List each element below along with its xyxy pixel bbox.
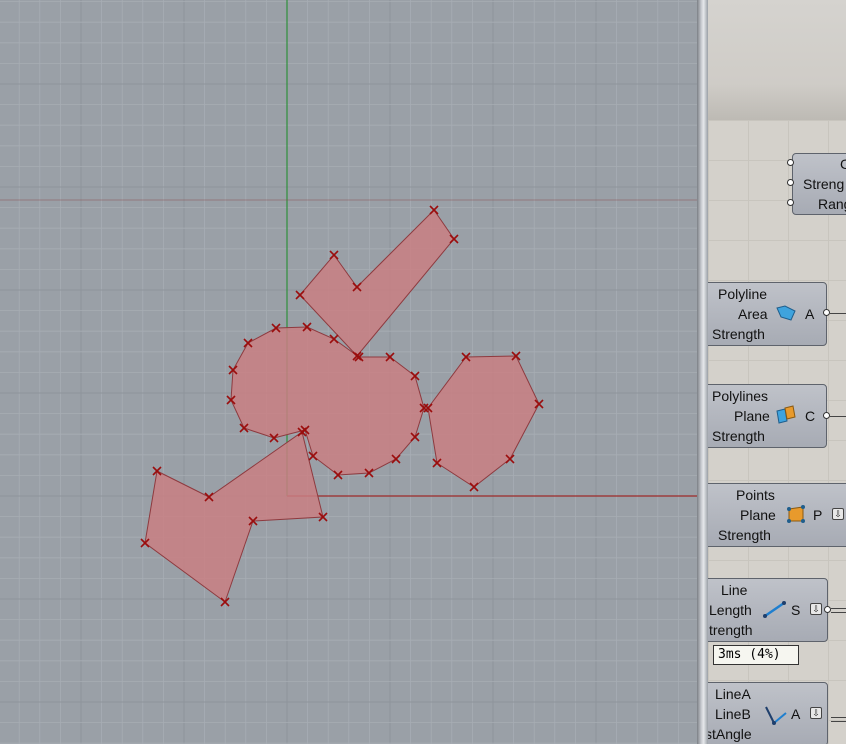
angle-icon <box>765 706 787 725</box>
expand-button[interactable]: ⇩ <box>810 603 822 615</box>
grasshopper-toolbar-area <box>708 0 846 120</box>
input-label-linea: LineA <box>715 686 751 702</box>
input-label-strength: trength <box>709 622 753 638</box>
profiler-tooltip: 3ms (4%) <box>713 645 799 665</box>
rhino-viewport[interactable] <box>0 0 697 744</box>
input-grip[interactable] <box>787 199 794 206</box>
output-grip[interactable] <box>824 606 831 613</box>
output-label: P <box>813 507 823 523</box>
component-polylines-coplanar[interactable]: Polylines Plane Strength C <box>708 384 827 448</box>
input-label-strength: Strength <box>718 527 771 543</box>
expand-button[interactable]: ⇩ <box>810 707 822 719</box>
expand-button[interactable]: ⇩ <box>832 508 844 520</box>
component-angle[interactable]: LineA LineB stAngle A ⇩ <box>708 682 828 744</box>
wire <box>831 612 846 613</box>
angle-polygon[interactable] <box>144 431 324 603</box>
wire <box>831 717 846 718</box>
output-label: A <box>791 706 801 722</box>
input-grip[interactable] <box>787 159 794 166</box>
wire <box>830 313 846 314</box>
input-label-polyline: Polyline <box>718 286 768 302</box>
wire <box>831 608 846 609</box>
input-grip[interactable] <box>787 179 794 186</box>
round-polygon[interactable] <box>230 326 425 476</box>
component-line-length[interactable]: Line Length trength S ⇩ <box>708 578 828 642</box>
input-label-area: Area <box>738 306 768 322</box>
input-label: Rang <box>818 196 846 212</box>
input-label-strength: Strength <box>712 428 765 444</box>
input-label-points: Points <box>736 487 775 503</box>
points-plane-icon <box>787 505 805 523</box>
output-label: C <box>805 408 816 424</box>
component-points-plane[interactable]: Points Plane Strength P ⇩ <box>708 483 846 547</box>
output-label: A <box>805 306 815 322</box>
input-label-polylines: Polylines <box>712 388 769 404</box>
input-label: Streng <box>803 176 845 192</box>
line-length-icon <box>763 601 786 618</box>
input-label-length: Length <box>709 602 752 618</box>
component-polyline-area[interactable]: Polyline Area Strength A <box>708 282 827 346</box>
polyline-area-icon <box>776 305 796 321</box>
wire <box>831 721 846 722</box>
coplanar-icon <box>776 405 796 424</box>
hexagon-polygon[interactable] <box>427 355 540 488</box>
polyline-shapes <box>144 209 540 603</box>
input-label-lineb: LineB <box>715 706 751 722</box>
wire <box>830 416 846 417</box>
output-label: S <box>791 602 801 618</box>
input-label-strength: Strength <box>712 326 765 342</box>
component-partial-top[interactable]: C Streng Rang <box>792 153 846 215</box>
output-grip[interactable] <box>823 412 830 419</box>
input-label-line: Line <box>721 582 748 598</box>
input-label-angle: stAngle <box>708 726 752 742</box>
input-label-plane: Plane <box>734 408 770 424</box>
viewport-canvas[interactable] <box>0 0 697 744</box>
output-grip[interactable] <box>823 309 830 316</box>
input-label: C <box>840 156 846 172</box>
panel-splitter[interactable] <box>697 0 708 744</box>
input-label-plane: Plane <box>740 507 776 523</box>
